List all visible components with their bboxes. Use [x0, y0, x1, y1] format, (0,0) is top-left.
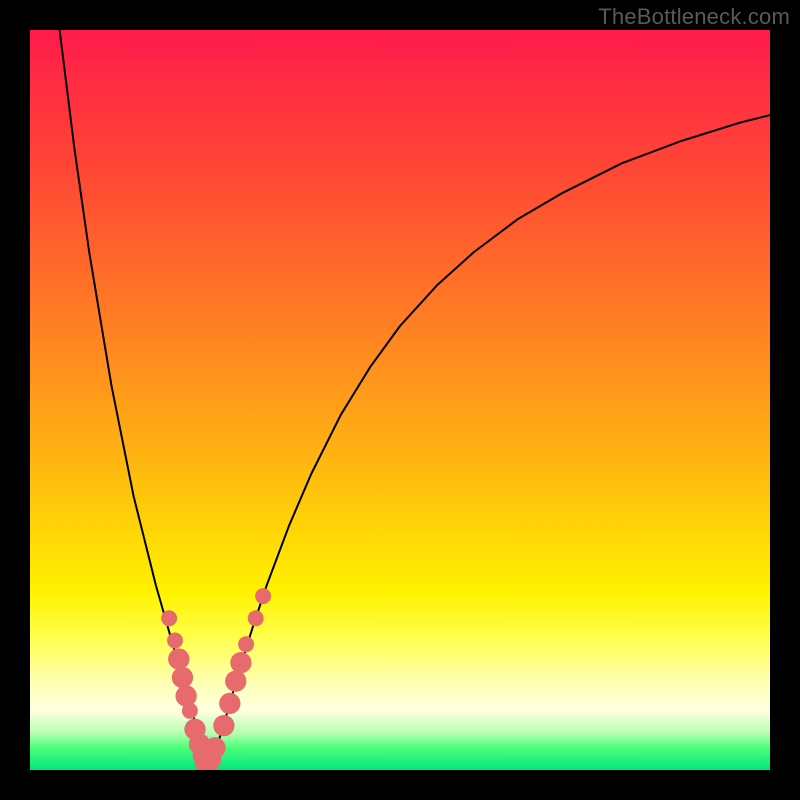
- curve-marker: [238, 636, 254, 652]
- curve-marker: [213, 715, 234, 736]
- curve-marker: [182, 703, 198, 719]
- plot-area: [30, 30, 770, 770]
- curve-marker: [172, 667, 193, 688]
- curve-marker: [219, 693, 240, 714]
- curve-marker: [230, 652, 251, 673]
- curve-marker: [225, 671, 246, 692]
- bottleneck-curve-path: [60, 30, 770, 766]
- watermark-text: TheBottleneck.com: [598, 4, 790, 30]
- curve-marker: [161, 610, 177, 626]
- curve-marker: [168, 648, 189, 669]
- curve-marker: [255, 588, 271, 604]
- bottleneck-curve-svg: [30, 30, 770, 770]
- curve-marker: [248, 610, 264, 626]
- curve-markers: [161, 588, 271, 770]
- curve-marker: [167, 633, 183, 649]
- chart-frame: TheBottleneck.com: [0, 0, 800, 800]
- curve-marker: [204, 737, 225, 758]
- curve-marker: [175, 685, 196, 706]
